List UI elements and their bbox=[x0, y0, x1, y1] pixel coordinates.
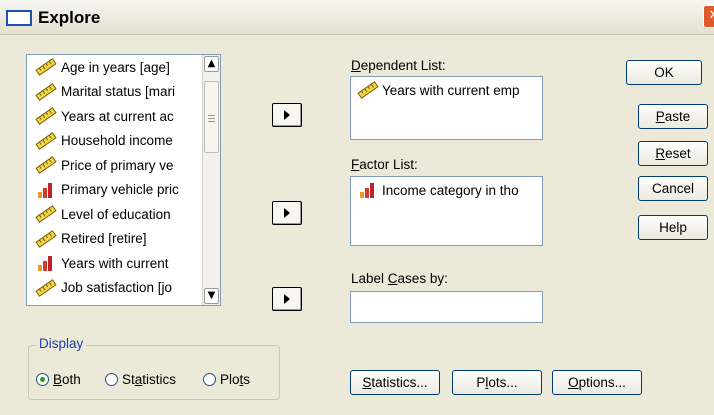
arrow-right-icon bbox=[284, 110, 290, 120]
scale-icon bbox=[35, 229, 57, 248]
reset-button[interactable]: Reset bbox=[638, 141, 708, 166]
list-item-label: Price of primary ve bbox=[61, 157, 174, 173]
arrow-right-icon bbox=[284, 294, 290, 304]
factor-list-label: Factor List: bbox=[351, 157, 418, 172]
list-item-label: Retired [retire] bbox=[61, 231, 147, 247]
list-item-label: Marital status [mari bbox=[61, 84, 176, 100]
list-item-label: Job satisfaction [jo bbox=[61, 280, 173, 296]
ok-button[interactable]: OK bbox=[626, 60, 702, 85]
radio-button-icon bbox=[203, 373, 216, 386]
scale-icon bbox=[35, 58, 57, 77]
list-item-label: Primary vehicle pric bbox=[61, 182, 179, 198]
scale-icon bbox=[35, 107, 57, 126]
arrow-right-icon bbox=[284, 208, 290, 218]
variable-list[interactable]: Age in years [age] Marital status [mari Ye… bbox=[26, 54, 221, 306]
scroll-thumb[interactable] bbox=[204, 81, 219, 153]
scale-icon bbox=[35, 205, 57, 224]
list-item[interactable]: Years with current emp bbox=[351, 77, 542, 99]
scale-icon bbox=[35, 278, 57, 297]
list-item[interactable]: Age in years [age] bbox=[27, 55, 202, 80]
list-item-label: Years at current ac bbox=[61, 108, 174, 124]
statistics-button[interactable]: Statistics... bbox=[350, 370, 440, 395]
paste-button[interactable]: Paste bbox=[638, 104, 708, 129]
list-item[interactable]: Primary vehicle pric bbox=[27, 178, 202, 203]
scale-icon bbox=[35, 156, 57, 175]
title-bar: Explore bbox=[0, 0, 714, 35]
list-item[interactable]: Marital status [mari bbox=[27, 80, 202, 105]
list-item-label: Household income bbox=[61, 133, 173, 149]
variable-list-scrollbar[interactable]: ▲ ▼ bbox=[202, 55, 220, 305]
display-group-label: Display bbox=[36, 336, 87, 351]
options-button[interactable]: Options... bbox=[552, 370, 642, 395]
radio-statistics[interactable]: St a tistics bbox=[105, 372, 176, 387]
list-item[interactable]: Retired [retire] bbox=[27, 227, 202, 252]
label-cases-label: Label Cases by: bbox=[351, 271, 448, 286]
list-item[interactable]: Job satisfaction [jo bbox=[27, 276, 202, 301]
list-item-label: Years with current bbox=[61, 255, 169, 271]
factor-list[interactable]: Income category in tho bbox=[350, 176, 543, 246]
plots-button[interactable]: Plots... bbox=[452, 370, 542, 395]
list-item[interactable]: Household income bbox=[27, 129, 202, 154]
ordinal-icon bbox=[35, 254, 57, 272]
scroll-down-button[interactable]: ▼ bbox=[204, 288, 219, 304]
scroll-up-button[interactable]: ▲ bbox=[204, 56, 219, 72]
scale-icon bbox=[35, 131, 57, 150]
list-item[interactable]: Price of primary ve bbox=[27, 153, 202, 178]
help-button[interactable]: Help bbox=[638, 215, 708, 240]
ordinal-icon bbox=[35, 181, 57, 199]
close-button[interactable]: ✕ bbox=[703, 5, 714, 28]
scroll-grip-icon bbox=[208, 115, 215, 116]
dependent-list[interactable]: Years with current emp bbox=[350, 76, 543, 140]
move-to-label-cases-button[interactable] bbox=[272, 287, 302, 311]
list-item[interactable]: Income category in tho bbox=[351, 177, 542, 199]
list-item-label: Level of education bbox=[61, 206, 171, 222]
label-cases-field[interactable] bbox=[350, 291, 543, 323]
dependent-list-label: Dependent List: bbox=[351, 58, 446, 73]
window-title: Explore bbox=[38, 8, 101, 27]
radio-plots[interactable]: Plo t s bbox=[203, 372, 250, 387]
cancel-button[interactable]: Cancel bbox=[638, 176, 708, 201]
ordinal-icon bbox=[357, 181, 379, 199]
move-to-dependent-button[interactable] bbox=[272, 103, 302, 127]
radio-button-icon bbox=[105, 373, 118, 386]
scale-icon bbox=[35, 82, 57, 101]
list-item[interactable]: Years at current ac bbox=[27, 104, 202, 129]
list-item[interactable]: Level of education bbox=[27, 202, 202, 227]
window-icon bbox=[6, 10, 32, 26]
scale-icon bbox=[357, 81, 379, 99]
list-item[interactable]: Years with current bbox=[27, 251, 202, 276]
list-item-label: Age in years [age] bbox=[61, 59, 170, 75]
move-to-factor-button[interactable] bbox=[272, 201, 302, 225]
radio-button-selected-icon bbox=[36, 373, 49, 386]
radio-both[interactable]: Both bbox=[36, 372, 81, 387]
